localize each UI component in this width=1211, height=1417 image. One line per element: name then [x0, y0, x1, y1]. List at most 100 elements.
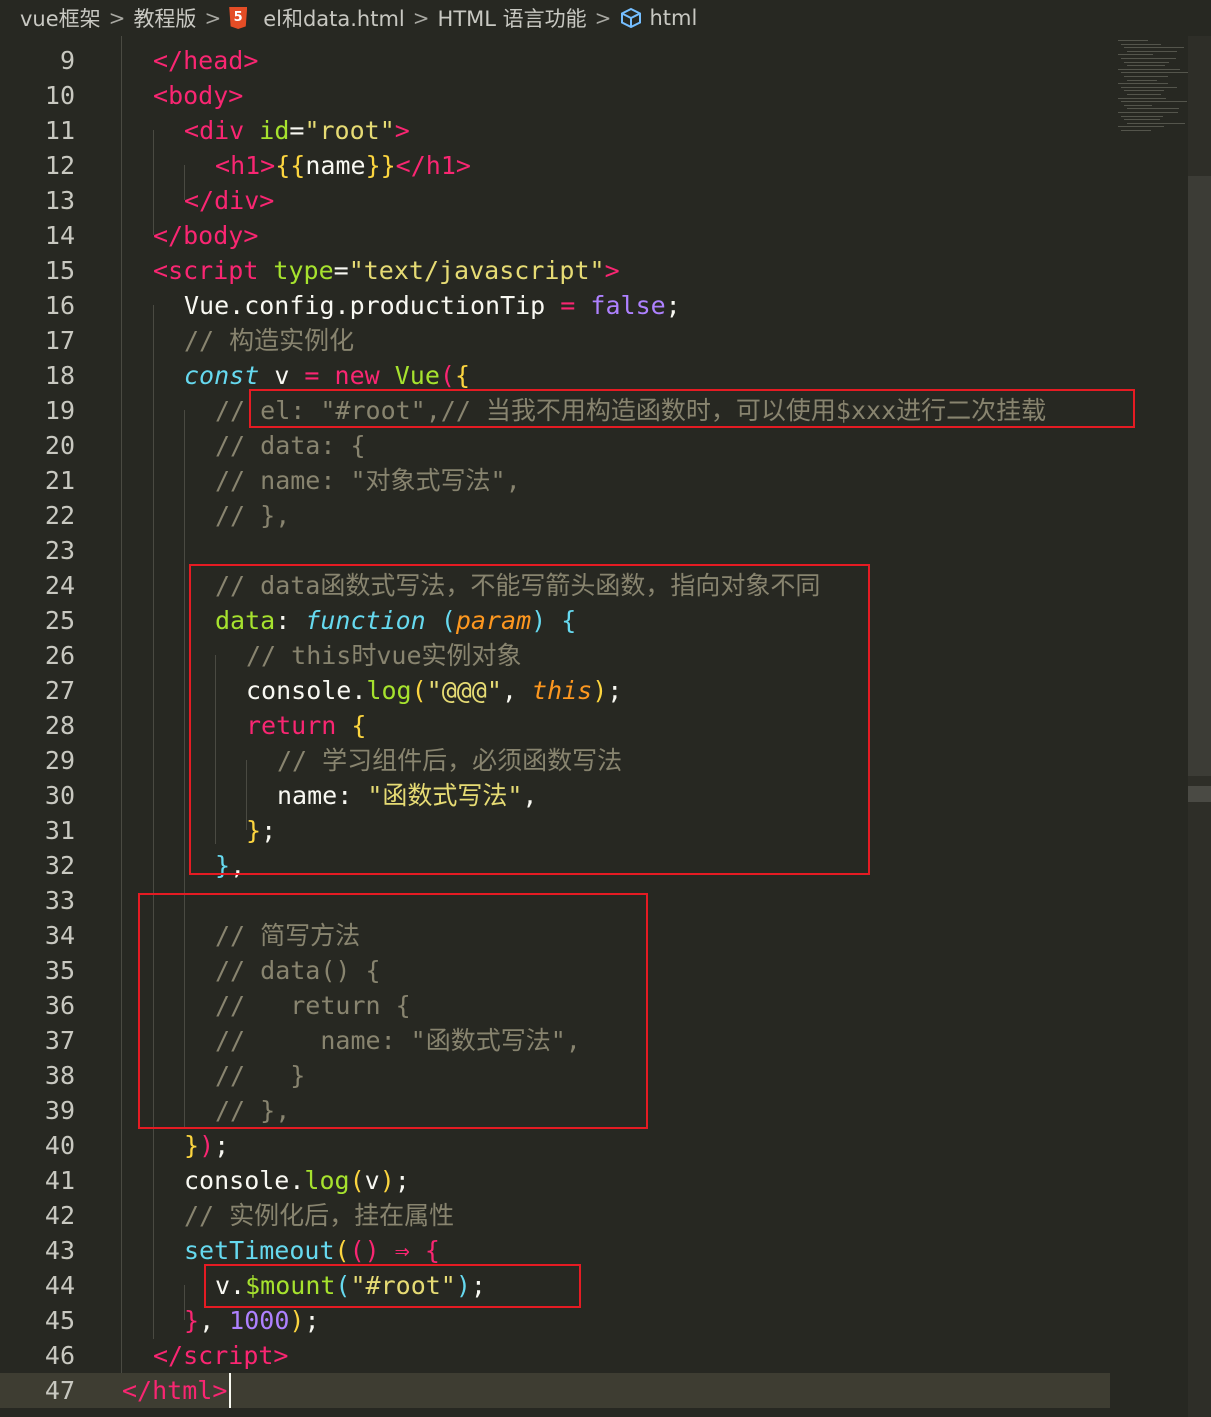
line-number: 47	[44, 1376, 75, 1405]
line-number: 10	[44, 81, 75, 110]
line-number: 20	[44, 431, 75, 460]
code-line[interactable]: 43 setTimeout(() ⇒ {	[0, 1233, 1110, 1268]
code-line[interactable]: 41 console.log(v);	[0, 1163, 1110, 1198]
line-number: 23	[44, 536, 75, 565]
minimap-line	[1118, 54, 1153, 56]
code-text: console.log(v);	[184, 1166, 410, 1195]
minimap-line	[1127, 122, 1185, 124]
line-number: 16	[44, 291, 75, 320]
code-text: <div id="root">	[184, 116, 410, 145]
minimap-line	[1127, 108, 1179, 110]
line-number: 18	[44, 361, 75, 390]
minimap-line	[1124, 47, 1184, 49]
line-number: 31	[44, 816, 75, 845]
highlight-box-data-function	[189, 564, 870, 875]
line-number: 17	[44, 326, 75, 355]
code-line[interactable]: 11 <div id="root">	[0, 113, 1110, 148]
minimap-line	[1127, 79, 1157, 81]
indent-guide	[184, 1285, 185, 1320]
line-number: 29	[44, 746, 75, 775]
code-text: <body>	[153, 81, 244, 110]
line-number: 38	[44, 1061, 75, 1090]
chevron-right-icon: >	[594, 6, 612, 30]
minimap-line	[1124, 61, 1169, 63]
breadcrumb-item-language[interactable]: HTML 语言功能	[438, 3, 587, 33]
minimap-line	[1121, 130, 1151, 131]
code-line[interactable]: 14 </body>	[0, 218, 1110, 253]
code-text: // 实例化后，挂在属性	[184, 1201, 455, 1230]
minimap-line	[1124, 119, 1160, 121]
line-number: 45	[44, 1306, 75, 1335]
breadcrumb-item-subfolder[interactable]: 教程版	[133, 3, 196, 33]
line-number: 32	[44, 851, 75, 880]
code-line[interactable]: 47 </html>	[0, 1373, 1110, 1408]
line-number: 28	[44, 711, 75, 740]
breadcrumb-item-folder[interactable]: vue框架	[20, 3, 101, 33]
line-number: 44	[44, 1271, 75, 1300]
code-text: </script>	[153, 1341, 289, 1370]
scrollbar-thumb[interactable]	[1188, 176, 1211, 776]
code-line[interactable]: 17 // 构造实例化	[0, 323, 1110, 358]
minimap[interactable]	[1112, 36, 1191, 136]
code-line[interactable]: 23	[0, 533, 1110, 568]
code-text: </head>	[153, 46, 259, 75]
highlight-box-el-comment	[249, 389, 1135, 428]
minimap-line	[1118, 112, 1178, 113]
minimap-line	[1121, 43, 1161, 45]
line-number: 26	[44, 641, 75, 670]
code-line[interactable]: 18 const v = new Vue({	[0, 358, 1110, 393]
code-line[interactable]: 12 <h1>{{name}}</h1>	[0, 148, 1110, 183]
symbol-cube-icon	[621, 7, 642, 29]
minimap-line	[1121, 86, 1177, 88]
indent-guide	[121, 36, 122, 1373]
scrollbar-position-marker	[1188, 786, 1211, 802]
code-text: Vue.config.productionTip = false;	[184, 291, 681, 320]
chevron-right-icon: >	[108, 6, 126, 30]
line-number: 41	[44, 1166, 75, 1195]
code-text: });	[184, 1131, 230, 1160]
highlight-box-mount	[204, 1264, 581, 1308]
minimap-line	[1121, 58, 1176, 59]
breadcrumb: vue框架 > 教程版 > 5 el和data.html > HTML 语言功能…	[0, 0, 1211, 36]
code-text: <script type="text/javascript">	[153, 256, 620, 285]
chevron-right-icon: >	[204, 6, 222, 30]
text-cursor	[229, 1373, 231, 1408]
line-number: 43	[44, 1236, 75, 1265]
minimap-line	[1127, 50, 1177, 52]
code-line[interactable]: 22 // },	[0, 498, 1110, 533]
code-line[interactable]: 42 // 实例化后，挂在属性	[0, 1198, 1110, 1233]
line-number: 46	[44, 1341, 75, 1370]
breadcrumb-item-symbol[interactable]: html	[649, 6, 697, 30]
code-line[interactable]: 13 </div>	[0, 183, 1110, 218]
code-line[interactable]: 21 // name: "对象式写法",	[0, 463, 1110, 498]
minimap-line	[1118, 126, 1164, 128]
code-line[interactable]: 46 </script>	[0, 1338, 1110, 1373]
line-number: 11	[44, 116, 75, 145]
line-number: 24	[44, 571, 75, 600]
line-number: 27	[44, 676, 75, 705]
line-number: 13	[44, 186, 75, 215]
minimap-line	[1118, 97, 1166, 99]
code-line[interactable]: 16 Vue.config.productionTip = false;	[0, 288, 1110, 323]
minimap-line	[1124, 90, 1164, 92]
code-text: const v = new Vue({	[184, 361, 471, 390]
minimap-line	[1121, 72, 1191, 74]
code-line[interactable]: 15 <script type="text/javascript">	[0, 253, 1110, 288]
line-number: 30	[44, 781, 75, 810]
code-text: // data: {	[215, 431, 366, 460]
code-line[interactable]: 9 </head>	[0, 43, 1110, 78]
line-number: 14	[44, 221, 75, 250]
code-line[interactable]: 10 <body>	[0, 78, 1110, 113]
code-text: // 构造实例化	[184, 326, 355, 355]
line-number: 19	[44, 396, 75, 425]
code-line[interactable]: 45}, 1000);	[0, 1303, 1110, 1338]
code-line[interactable]: 20 // data: {	[0, 428, 1110, 463]
minimap-line	[1118, 68, 1180, 70]
code-line[interactable]: 40});	[0, 1128, 1110, 1163]
line-number: 40	[44, 1131, 75, 1160]
minimap-line	[1127, 94, 1161, 95]
minimap-line	[1118, 83, 1168, 85]
code-text: </body>	[153, 221, 259, 250]
indent-guide	[153, 305, 154, 1339]
breadcrumb-item-file[interactable]: el和data.html	[263, 3, 405, 33]
